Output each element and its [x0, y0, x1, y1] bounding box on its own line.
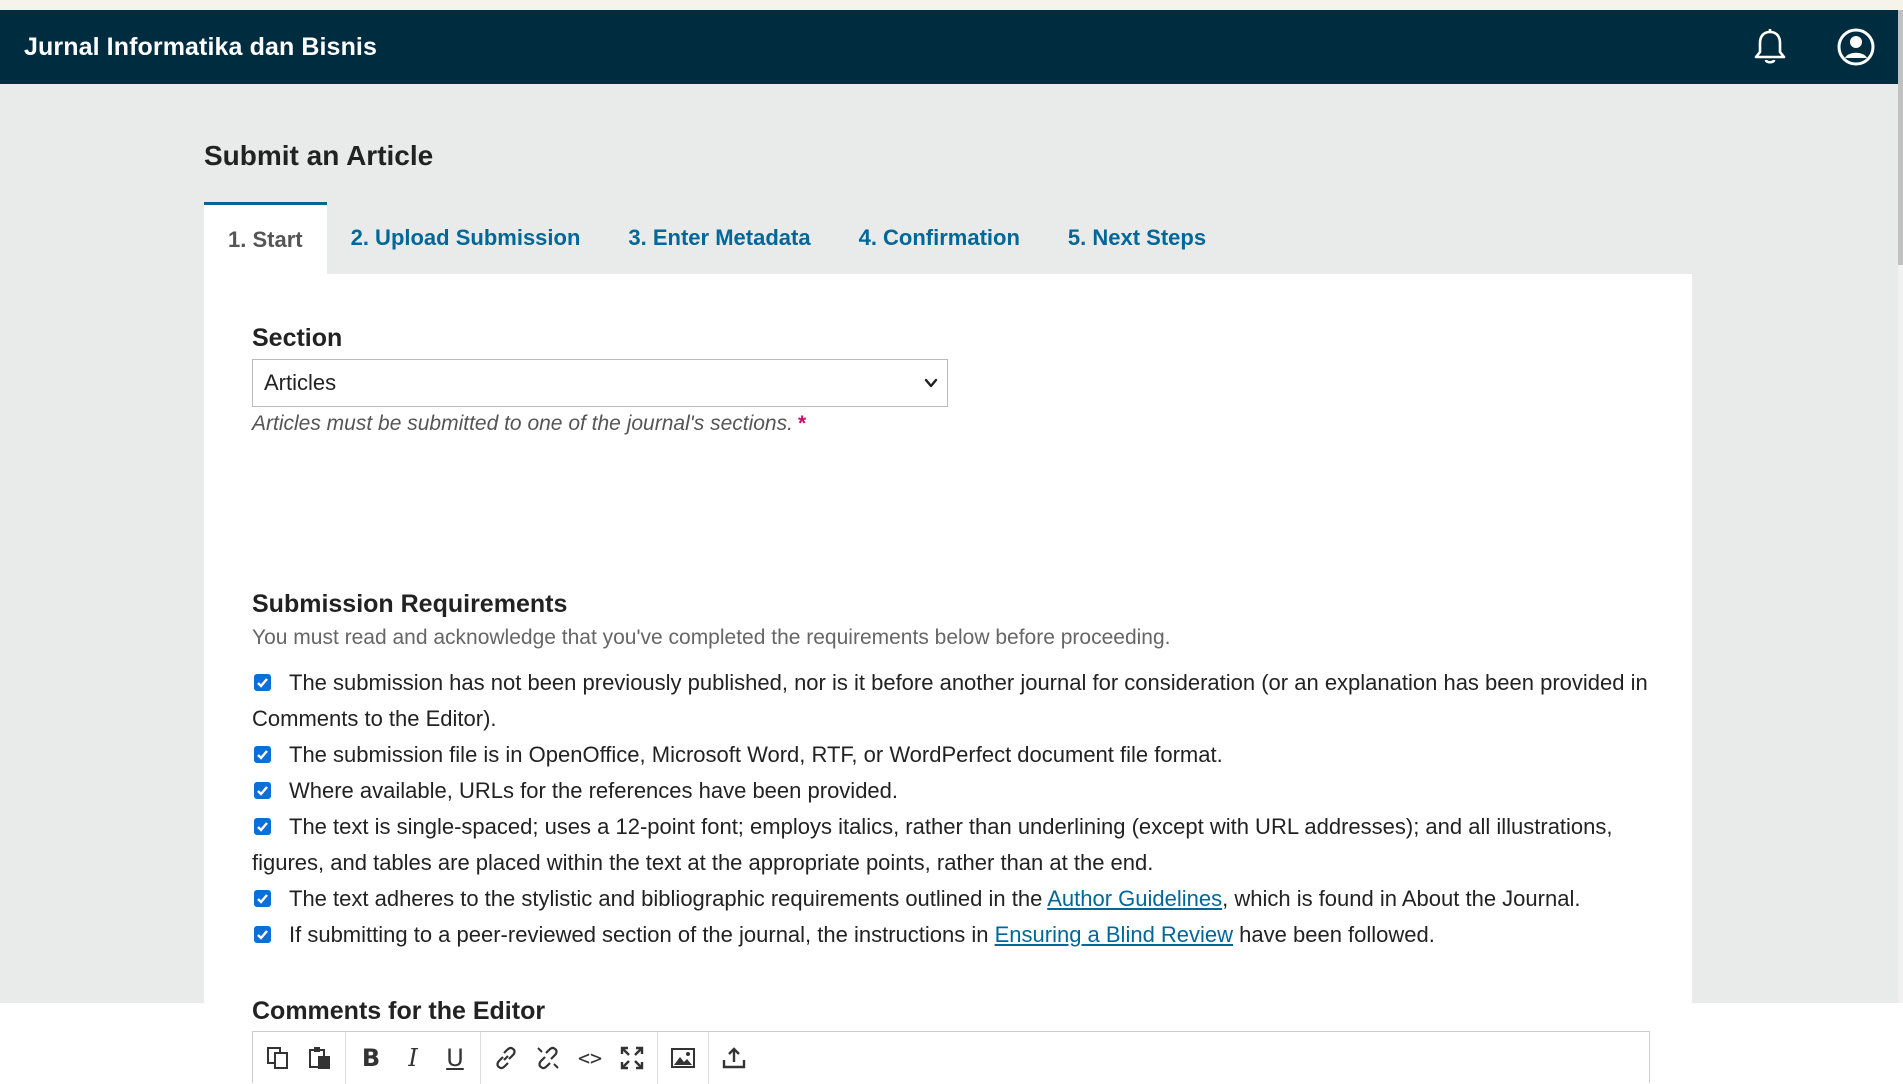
requirement-checkbox[interactable] — [254, 926, 271, 943]
journal-name[interactable]: Jurnal Informatika dan Bisnis — [24, 33, 377, 62]
toolbar-group-format: B I U — [346, 1031, 481, 1084]
underline-glyph: U — [446, 1043, 464, 1072]
paste-icon[interactable] — [299, 1037, 341, 1079]
requirements-checklist: The submission has not been previously p… — [252, 665, 1662, 953]
copy-icon[interactable] — [257, 1037, 299, 1079]
page-content: Submit an Article 1. Start 2. Upload Sub… — [0, 84, 1898, 1084]
submission-steps-tabs: 1. Start 2. Upload Submission 3. Enter M… — [204, 202, 1230, 274]
tab-enter-metadata[interactable]: 3. Enter Metadata — [604, 202, 834, 274]
section-help-message: Articles must be submitted to one of the… — [252, 412, 793, 435]
tab-confirmation[interactable]: 4. Confirmation — [835, 202, 1044, 274]
bold-glyph: B — [361, 1043, 381, 1072]
underline-icon[interactable]: U — [434, 1037, 476, 1079]
page-scrollbar[interactable] — [1898, 10, 1903, 1003]
requirement-checkbox[interactable] — [254, 890, 271, 907]
site-header: Jurnal Informatika dan Bisnis — [0, 10, 1898, 84]
author-guidelines-link[interactable]: Author Guidelines — [1047, 886, 1222, 911]
toolbar-group-clipboard — [253, 1031, 346, 1084]
page-title: Submit an Article — [204, 140, 434, 171]
browser-top-strip — [0, 0, 1903, 10]
list-item: The text adheres to the stylistic and bi… — [252, 881, 1662, 917]
unlink-icon[interactable] — [527, 1037, 569, 1079]
requirement-text: The text is single-spaced; uses a 12-poi… — [252, 814, 1613, 875]
toolbar-group-upload — [709, 1032, 759, 1084]
section-help-text: Articles must be submitted to one of the… — [252, 412, 806, 436]
blind-review-link[interactable]: Ensuring a Blind Review — [995, 922, 1233, 947]
list-item: Where available, URLs for the references… — [252, 773, 1662, 809]
requirement-checkbox[interactable] — [254, 746, 271, 763]
bold-icon[interactable]: B — [350, 1037, 392, 1079]
requirement-text: The submission file is in OpenOffice, Mi… — [289, 742, 1223, 767]
italic-icon[interactable]: I — [392, 1037, 434, 1079]
requirement-checkbox[interactable] — [254, 782, 271, 799]
list-item: If submitting to a peer-reviewed section… — [252, 917, 1662, 953]
comments-label: Comments for the Editor — [252, 997, 546, 1025]
tab-next-steps[interactable]: 5. Next Steps — [1044, 202, 1230, 274]
requirements-description: You must read and acknowledge that you'v… — [252, 626, 1171, 649]
editor-toolbar: B I U <> — [252, 1031, 1650, 1084]
upload-icon[interactable] — [713, 1037, 755, 1079]
user-circle-icon[interactable] — [1836, 27, 1876, 67]
toolbar-group-media — [658, 1031, 709, 1084]
tab-upload-submission[interactable]: 2. Upload Submission — [327, 202, 605, 274]
bell-icon[interactable] — [1750, 27, 1790, 67]
list-item: The submission file is in OpenOffice, Mi… — [252, 737, 1662, 773]
requirement-text: The text adheres to the stylistic and bi… — [289, 886, 1048, 911]
section-selected-value: Articles — [264, 370, 337, 395]
start-panel: Section Articles Articles must be submit… — [204, 274, 1692, 1084]
tab-start[interactable]: 1. Start — [204, 202, 327, 274]
scrollbar-thumb[interactable] — [1898, 10, 1903, 265]
chevron-down-icon — [921, 373, 941, 399]
requirement-text: Where available, URLs for the references… — [289, 778, 899, 803]
fullscreen-icon[interactable] — [611, 1037, 653, 1079]
requirement-text: If submitting to a peer-reviewed section… — [289, 922, 995, 947]
link-icon[interactable] — [485, 1037, 527, 1079]
requirements-heading: Submission Requirements — [252, 590, 568, 618]
code-glyph: <> — [577, 1045, 603, 1070]
requirement-text: The submission has not been previously p… — [252, 670, 1648, 731]
requirement-text: have been followed. — [1233, 922, 1435, 947]
toolbar-group-insert: <> — [481, 1031, 658, 1084]
section-label: Section — [252, 324, 343, 352]
required-mark: * — [797, 412, 807, 435]
image-icon[interactable] — [662, 1037, 704, 1079]
requirement-text: , which is found in About the Journal. — [1222, 886, 1581, 911]
italic-glyph: I — [408, 1043, 418, 1072]
header-icons — [1750, 27, 1876, 67]
list-item: The text is single-spaced; uses a 12-poi… — [252, 809, 1662, 881]
code-icon[interactable]: <> — [569, 1037, 611, 1079]
list-item: The submission has not been previously p… — [252, 665, 1662, 737]
requirement-checkbox[interactable] — [254, 818, 271, 835]
section-select[interactable]: Articles — [252, 359, 948, 407]
requirement-checkbox[interactable] — [254, 674, 271, 691]
